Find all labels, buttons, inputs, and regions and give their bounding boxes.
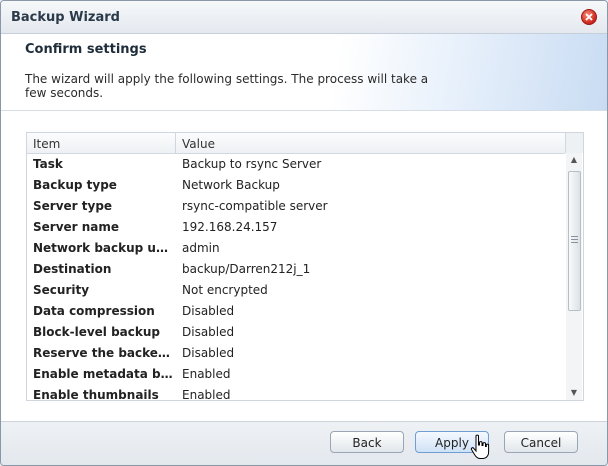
table-row[interactable]: Block-level backup Disabled (27, 322, 565, 343)
table-row[interactable]: Security Not encrypted (27, 280, 565, 301)
row-item: Reserve the backed... (33, 346, 173, 360)
row-value: Backup to rsync Server (182, 157, 322, 171)
row-item: Backup type (33, 178, 117, 192)
wizard-footer: Back Apply Cancel (1, 421, 607, 465)
wizard-header: Confirm settings The wizard will apply t… (1, 34, 607, 111)
scroll-down-arrow-icon[interactable]: ▼ (566, 386, 582, 400)
row-value: Enabled (182, 367, 231, 381)
close-icon[interactable] (581, 9, 597, 25)
cancel-button[interactable]: Cancel (504, 431, 578, 453)
table-rows: Task Backup to rsync Server Backup type Ne… (27, 154, 565, 401)
settings-table: Item Value Task Backup to rsync Server Ba… (26, 132, 584, 401)
column-divider[interactable] (175, 133, 176, 153)
row-value: Network Backup (182, 178, 280, 192)
table-row[interactable]: Network backup user admin (27, 238, 565, 259)
scrollbar-thumb[interactable] (568, 171, 581, 311)
row-value: rsync-compatible server (182, 199, 328, 213)
page-title: Confirm settings (25, 42, 147, 57)
table-row[interactable]: Backup type Network Backup (27, 175, 565, 196)
scrollbar-grip-icon (571, 236, 578, 243)
row-value: admin (182, 241, 220, 255)
row-value: Disabled (182, 304, 235, 318)
table-row[interactable]: Destination backup/Darren212j_1 (27, 259, 565, 280)
vertical-scrollbar[interactable]: ▲ ▼ (566, 153, 582, 400)
row-value: backup/Darren212j_1 (182, 262, 311, 276)
page-description: The wizard will apply the following sett… (25, 72, 429, 100)
column-header-item[interactable]: Item (33, 137, 60, 151)
row-item: Task (33, 157, 63, 171)
table-row[interactable]: Reserve the backed... Disabled (27, 343, 565, 364)
row-item: Network backup user (33, 241, 173, 255)
row-item: Security (33, 283, 90, 297)
window-title: Backup Wizard (11, 10, 120, 25)
row-item: Destination (33, 262, 112, 276)
scroll-up-arrow-icon[interactable]: ▲ (566, 153, 582, 167)
hand-cursor-icon (470, 434, 490, 459)
table-row[interactable]: Enable metadata ba... Enabled (27, 364, 565, 385)
table-row[interactable]: Data compression Disabled (27, 301, 565, 322)
row-value: Disabled (182, 325, 235, 339)
column-header-value[interactable]: Value (182, 137, 215, 151)
table-header: Item Value (27, 133, 565, 154)
row-item: Block-level backup (33, 325, 160, 339)
row-item: Server type (33, 199, 113, 213)
table-row[interactable]: Server type rsync-compatible server (27, 196, 565, 217)
header-corner (565, 133, 583, 153)
row-value: 192.168.24.157 (182, 220, 278, 234)
back-button[interactable]: Back (330, 431, 404, 453)
table-row[interactable]: Server name 192.168.24.157 (27, 217, 565, 238)
row-value: Not encrypted (182, 283, 268, 297)
row-value: Enabled (182, 388, 231, 401)
row-item: Enable thumbnails (33, 388, 159, 401)
title-bar: Backup Wizard (1, 1, 607, 34)
row-item: Enable metadata ba... (33, 367, 173, 381)
table-row[interactable]: Task Backup to rsync Server (27, 154, 565, 175)
row-item: Server name (33, 220, 120, 234)
table-row[interactable]: Enable thumbnails Enabled (27, 385, 565, 401)
backup-wizard-window: Backup Wizard Confirm settings The wizar… (0, 0, 608, 466)
row-item: Data compression (33, 304, 155, 318)
row-value: Disabled (182, 346, 235, 360)
